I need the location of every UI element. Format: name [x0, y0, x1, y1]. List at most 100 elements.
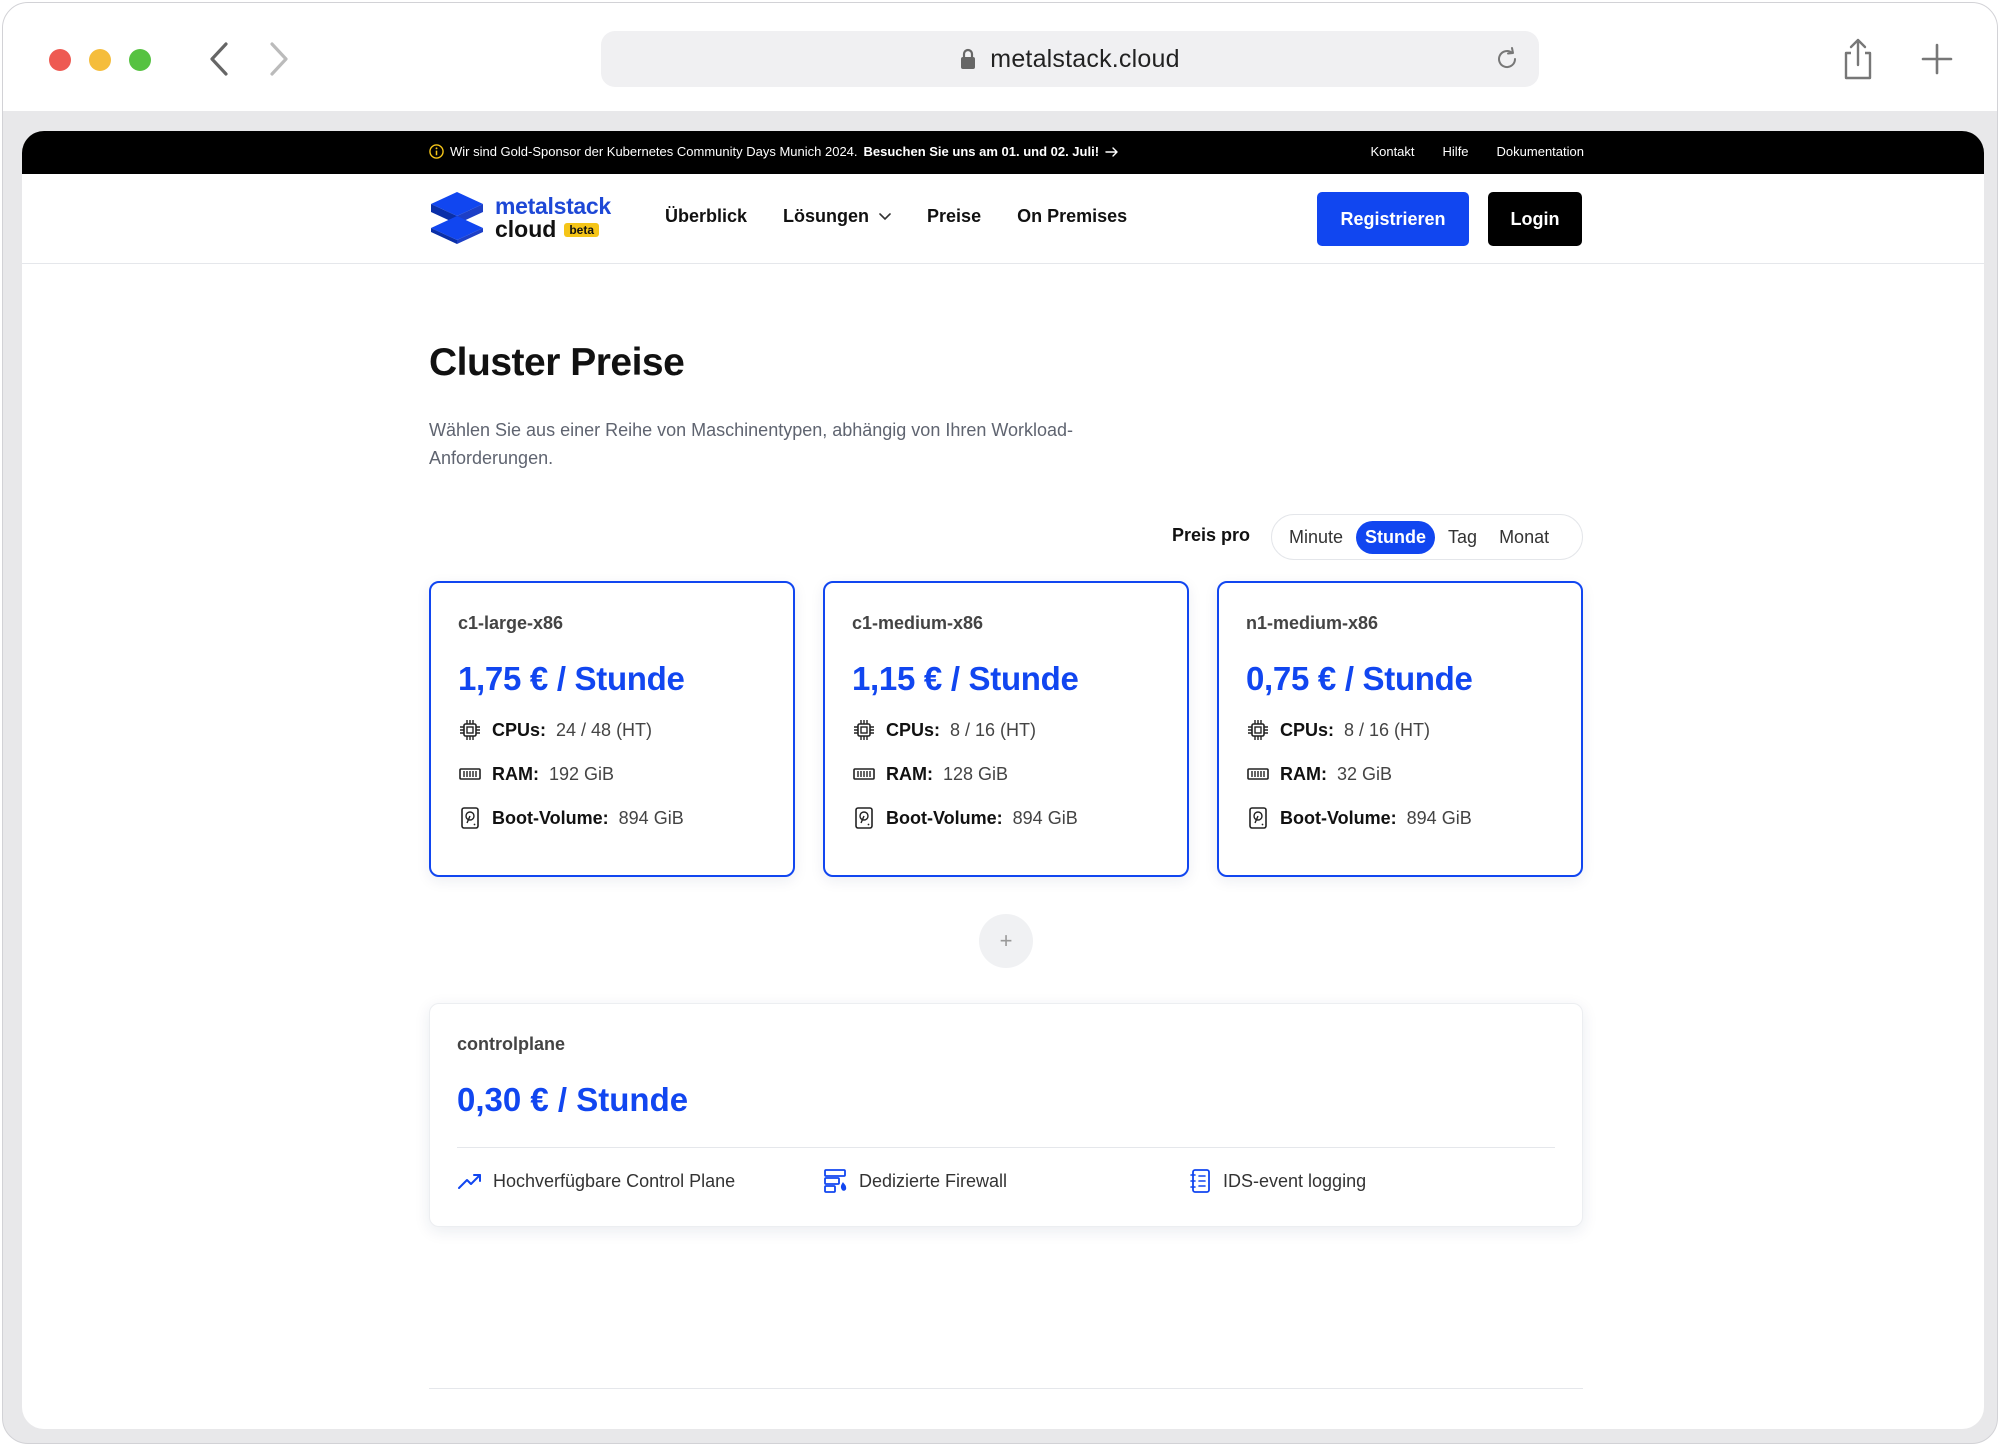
top-links: Kontakt Hilfe Dokumentation [1370, 144, 1584, 159]
reload-icon[interactable] [1493, 45, 1521, 73]
spec-cpus: CPUs: 8 / 16 (HT) [1246, 718, 1554, 742]
feature-firewall: Dedizierte Firewall [823, 1168, 1189, 1194]
spec-ram-label: RAM: [1280, 763, 1327, 784]
machine-price: 1,15 € / Stunde [852, 660, 1079, 697]
logo-wordmark: metalstack [495, 193, 611, 219]
spec-cpus: CPUs: 8 / 16 (HT) [852, 718, 1160, 742]
feature-ha-control-plane: Hochverfügbare Control Plane [457, 1168, 823, 1194]
url-text: metalstack.cloud [990, 44, 1180, 73]
cpu-icon [1248, 720, 1268, 740]
spec-ram-value: 192 GiB [549, 763, 615, 784]
info-icon [429, 144, 444, 159]
spec-boot-label: Boot-Volume: [492, 807, 609, 828]
price-period-label: Preis pro [1172, 525, 1251, 545]
period-option-stunde[interactable]: Stunde [1356, 520, 1436, 554]
announcement-cta: Besuchen Sie uns am 01. und 02. Juli! [863, 144, 1100, 159]
spec-cpus-value: 24 / 48 (HT) [556, 719, 653, 740]
cpu-icon [854, 720, 874, 740]
machine-price: 0,75 € / Stunde [1246, 660, 1473, 697]
storage-icon [461, 807, 479, 829]
machine-name: n1-medium-x86 [1246, 613, 1379, 633]
chevron-left-icon [210, 42, 228, 76]
ram-icon [853, 768, 875, 780]
nav-losungen[interactable]: Lösungen [783, 206, 891, 227]
address-bar[interactable]: metalstack.cloud [601, 31, 1539, 87]
top-link-dokumentation[interactable]: Dokumentation [1497, 144, 1584, 159]
top-link-hilfe[interactable]: Hilfe [1443, 144, 1469, 159]
nav-losungen-label: Lösungen [783, 206, 870, 226]
new-tab-icon[interactable] [1919, 41, 1955, 77]
machine-name: c1-large-x86 [458, 613, 564, 633]
browser-toolbar: metalstack.cloud [3, 3, 1997, 111]
register-button[interactable]: Registrieren [1317, 192, 1469, 246]
close-window-button[interactable] [49, 49, 71, 71]
ram-icon [459, 768, 481, 780]
forward-button[interactable] [259, 37, 299, 81]
nav-preise[interactable]: Preise [927, 206, 981, 227]
logo[interactable]: metalstack cloud beta [429, 190, 611, 246]
beta-badge: beta [564, 222, 600, 237]
announcement-link[interactable]: Wir sind Gold-Sponsor der Kubernetes Com… [429, 144, 1119, 159]
machine-card[interactable]: c1-medium-x86 1,15 € / Stunde CPUs: 8 / … [823, 581, 1189, 877]
spec-ram: RAM: 32 GiB [1246, 762, 1554, 786]
lock-icon [961, 48, 976, 69]
controlplane-features: Hochverfügbare Control Plane Dedizierte … [457, 1168, 1555, 1194]
spec-boot: Boot-Volume: 894 GiB [458, 806, 766, 830]
plus-connector: + [979, 914, 1033, 968]
spec-boot-value: 894 GiB [1012, 807, 1078, 828]
machine-name: c1-medium-x86 [852, 613, 984, 633]
feature-label: Dedizierte Firewall [859, 1170, 1008, 1191]
zoom-window-button[interactable] [129, 49, 151, 71]
top-link-kontakt[interactable]: Kontakt [1370, 144, 1414, 159]
spec-cpus-label: CPUs: [886, 719, 941, 740]
chevron-right-icon [270, 42, 288, 76]
controlplane-card: controlplane 0,30 € / Stunde Hochverfügb… [429, 1003, 1583, 1227]
spec-boot: Boot-Volume: 894 GiB [1246, 806, 1554, 830]
divider [457, 1147, 1555, 1148]
chevron-down-icon [879, 212, 891, 220]
spec-boot: Boot-Volume: 894 GiB [852, 806, 1160, 830]
ram-icon [1247, 768, 1269, 780]
period-option-monat[interactable]: Monat [1490, 521, 1558, 554]
spec-boot-label: Boot-Volume: [886, 807, 1003, 828]
section-divider [429, 1388, 1583, 1389]
notebook-icon [1190, 1169, 1210, 1193]
spec-cpus: CPUs: 24 / 48 (HT) [458, 718, 766, 742]
nav-on-premises[interactable]: On Premises [1017, 206, 1127, 227]
cpu-icon [460, 720, 480, 740]
arrow-right-icon [1105, 146, 1118, 157]
page-title: Cluster Preise [429, 341, 685, 384]
back-button[interactable] [199, 37, 239, 81]
site-header: metalstack cloud beta Überblick Lösungen … [22, 174, 1984, 264]
share-icon[interactable] [1841, 37, 1875, 81]
spec-ram-value: 32 GiB [1337, 763, 1393, 784]
period-option-minute[interactable]: Minute [1280, 521, 1352, 554]
login-button[interactable]: Login [1488, 192, 1582, 246]
spec-boot-label: Boot-Volume: [1280, 807, 1397, 828]
feature-ids-logging: IDS-event logging [1189, 1168, 1555, 1194]
spec-cpus-label: CPUs: [492, 719, 547, 740]
firewall-icon [824, 1169, 847, 1193]
web-page: Wir sind Gold-Sponsor der Kubernetes Com… [22, 131, 1984, 1429]
spec-ram-value: 128 GiB [943, 763, 1009, 784]
machine-card[interactable]: c1-large-x86 1,75 € / Stunde CPUs: 24 / … [429, 581, 795, 877]
machine-card[interactable]: n1-medium-x86 0,75 € / Stunde CPUs: 8 / … [1217, 581, 1583, 877]
spec-ram-label: RAM: [886, 763, 933, 784]
logo-wordmark-cloud: cloud [495, 216, 557, 242]
storage-icon [855, 807, 873, 829]
period-option-tag[interactable]: Tag [1439, 521, 1486, 554]
feature-label: Hochverfügbare Control Plane [493, 1170, 736, 1191]
main-navigation: Überblick Lösungen Preise On Premises [665, 206, 1127, 227]
browser-window: metalstack.cloud Wir sind Gold-Sponsor d… [2, 2, 1998, 1444]
machine-cards: c1-large-x86 1,75 € / Stunde CPUs: 24 / … [429, 581, 1583, 877]
spec-ram: RAM: 192 GiB [458, 762, 766, 786]
metalstack-logo-icon [431, 192, 483, 244]
minimize-window-button[interactable] [89, 49, 111, 71]
spec-boot-value: 894 GiB [618, 807, 684, 828]
spec-ram: RAM: 128 GiB [852, 762, 1160, 786]
nav-uberblick[interactable]: Überblick [665, 206, 747, 227]
controlplane-price: 0,30 € / Stunde [457, 1081, 689, 1118]
price-period-toggle: Minute Stunde Tag Monat [1271, 514, 1583, 560]
storage-icon [1249, 807, 1267, 829]
spec-ram-label: RAM: [492, 763, 539, 784]
